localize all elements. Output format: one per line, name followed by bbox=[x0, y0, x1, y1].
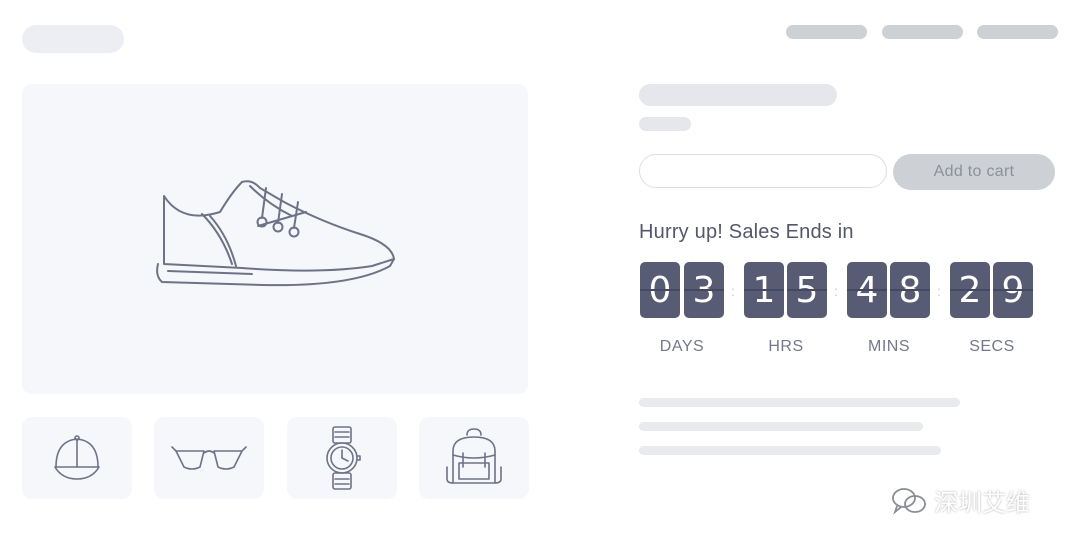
countdown-digit: 4 bbox=[847, 262, 887, 318]
nav-item-3[interactable] bbox=[977, 25, 1058, 39]
thumbnail-wristwatch[interactable] bbox=[287, 417, 397, 499]
product-hero-image bbox=[22, 84, 528, 394]
product-price-placeholder bbox=[639, 117, 691, 131]
nav-item-2[interactable] bbox=[882, 25, 963, 39]
wechat-icon bbox=[892, 487, 926, 515]
cap-icon bbox=[54, 435, 100, 480]
countdown-separator: : bbox=[937, 283, 941, 299]
description-line bbox=[639, 422, 923, 431]
product-title-placeholder bbox=[639, 84, 837, 106]
add-to-cart-button[interactable]: Add to cart bbox=[893, 154, 1055, 190]
sunglasses-icon bbox=[171, 446, 247, 470]
countdown-separator: : bbox=[731, 283, 735, 299]
nav-item-1[interactable] bbox=[786, 25, 867, 39]
sneaker-icon bbox=[156, 180, 395, 287]
countdown-digit: 5 bbox=[787, 262, 827, 318]
wristwatch-icon bbox=[326, 426, 361, 490]
countdown-digit: 9 bbox=[993, 262, 1033, 318]
countdown-label-secs: SECS bbox=[969, 338, 1015, 355]
countdown-digit: 0 bbox=[640, 262, 680, 318]
logo-placeholder bbox=[22, 25, 124, 53]
thumbnail-cap[interactable] bbox=[22, 417, 132, 499]
watermark: 深圳艾维 bbox=[890, 483, 1030, 518]
thumbnail-backpack[interactable] bbox=[419, 417, 529, 499]
thumbnail-sunglasses[interactable] bbox=[154, 417, 264, 499]
countdown-label-days: DAYS bbox=[659, 338, 705, 355]
countdown-label-hrs: HRS bbox=[768, 338, 804, 355]
watermark-text: 深圳艾维 bbox=[934, 489, 1030, 517]
backpack-icon bbox=[446, 428, 502, 484]
quantity-input[interactable] bbox=[639, 154, 887, 188]
countdown-label-mins: MINS bbox=[868, 338, 910, 355]
description-line bbox=[639, 446, 941, 455]
countdown-digit: 3 bbox=[684, 262, 724, 318]
countdown-heading: Hurry up! Sales Ends in bbox=[639, 221, 854, 243]
countdown-digit: 2 bbox=[950, 262, 990, 318]
countdown-digit: 8 bbox=[890, 262, 930, 318]
description-line bbox=[639, 398, 960, 407]
countdown-separator: : bbox=[834, 283, 838, 299]
countdown-digit: 1 bbox=[744, 262, 784, 318]
